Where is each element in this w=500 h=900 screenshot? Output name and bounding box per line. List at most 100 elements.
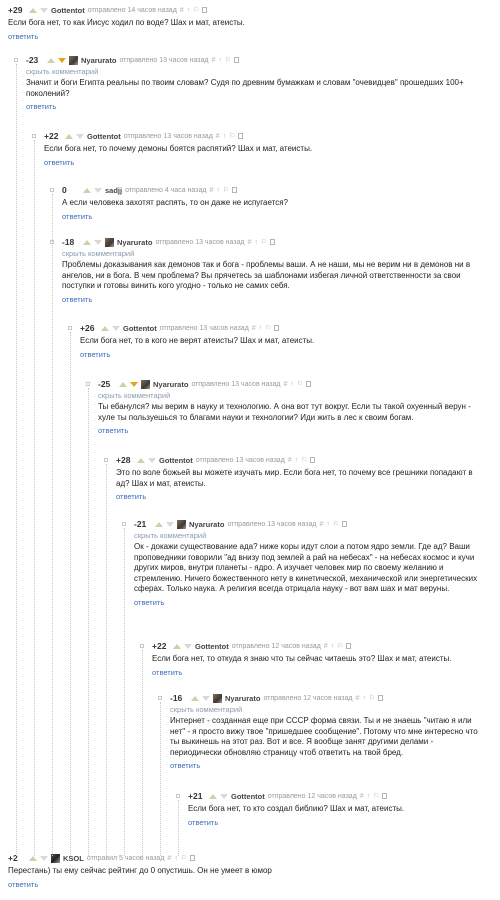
arrow-up-icon[interactable]: ↑ (331, 643, 335, 650)
flag-icon[interactable]: ⚐ (261, 238, 267, 246)
hash-icon[interactable]: # (216, 133, 220, 140)
save-icon[interactable] (274, 325, 280, 331)
upvote-icon[interactable] (83, 239, 91, 245)
arrow-up-icon[interactable]: ↑ (326, 521, 330, 528)
save-icon[interactable] (382, 793, 388, 799)
save-icon[interactable] (232, 187, 238, 193)
hide-comment-link[interactable]: скрыть комментарий (62, 249, 486, 258)
upvote-icon[interactable] (209, 793, 217, 799)
collapse-branch-icon[interactable] (50, 188, 54, 192)
flag-icon[interactable]: ⚐ (297, 380, 303, 388)
downvote-icon[interactable] (220, 793, 228, 799)
downvote-icon[interactable] (40, 855, 48, 861)
downvote-icon[interactable] (112, 325, 120, 331)
upvote-icon[interactable] (47, 57, 55, 63)
hide-comment-link[interactable]: скрыть комментарий (134, 531, 486, 540)
save-icon[interactable] (346, 643, 352, 649)
flag-icon[interactable]: ⚐ (181, 854, 187, 862)
hide-comment-link[interactable]: скрыть комментарий (26, 67, 486, 76)
flag-icon[interactable]: ⚐ (301, 456, 307, 464)
hash-icon[interactable]: # (355, 695, 359, 702)
arrow-up-icon[interactable]: ↑ (259, 325, 263, 332)
arrow-up-icon[interactable]: ↑ (367, 793, 371, 800)
author-name[interactable]: Nyarurato (189, 520, 224, 529)
reply-link[interactable]: ответить (152, 668, 486, 677)
upvote-icon[interactable] (119, 381, 127, 387)
collapse-branch-icon[interactable] (176, 794, 180, 798)
flag-icon[interactable]: ⚐ (333, 520, 339, 528)
reply-link[interactable]: ответить (188, 818, 486, 827)
collapse-branch-icon[interactable] (158, 696, 162, 700)
collapse-branch-icon[interactable] (122, 522, 126, 526)
collapse-branch-icon[interactable] (104, 458, 108, 462)
upvote-icon[interactable] (101, 325, 109, 331)
reply-link[interactable]: ответить (62, 212, 486, 221)
author-name[interactable]: Gottentot (87, 132, 121, 141)
upvote-icon[interactable] (173, 643, 181, 649)
downvote-icon[interactable] (184, 643, 192, 649)
author-name[interactable]: Gottentot (195, 642, 229, 651)
author-name[interactable]: Gottentot (123, 324, 157, 333)
reply-link[interactable]: ответить (44, 158, 486, 167)
flag-icon[interactable]: ⚐ (229, 132, 235, 140)
collapse-branch-icon[interactable] (86, 382, 90, 386)
hash-icon[interactable]: # (283, 381, 287, 388)
upvote-icon[interactable] (137, 457, 145, 463)
flag-icon[interactable]: ⚐ (337, 642, 343, 650)
save-icon[interactable] (310, 457, 316, 463)
reply-link[interactable]: ответить (98, 426, 486, 435)
upvote-icon[interactable] (83, 187, 91, 193)
downvote-icon[interactable] (202, 695, 210, 701)
downvote-icon[interactable] (166, 521, 174, 527)
reply-link[interactable]: ответить (80, 350, 486, 359)
avatar[interactable] (105, 237, 114, 247)
collapse-branch-icon[interactable] (14, 58, 18, 62)
save-icon[interactable] (190, 855, 196, 861)
collapse-branch-icon[interactable] (32, 134, 36, 138)
upvote-icon[interactable] (191, 695, 199, 701)
author-name[interactable]: KSOL (63, 854, 84, 863)
arrow-up-icon[interactable]: ↑ (254, 239, 258, 246)
reply-link[interactable]: ответить (8, 32, 486, 41)
reply-link[interactable]: ответить (116, 492, 486, 501)
upvote-icon[interactable] (29, 7, 37, 13)
flag-icon[interactable]: ⚐ (225, 56, 231, 64)
downvote-icon[interactable] (94, 187, 102, 193)
author-name[interactable]: Nyarurato (153, 380, 188, 389)
arrow-up-icon[interactable]: ↑ (290, 381, 294, 388)
hash-icon[interactable]: # (209, 187, 213, 194)
collapse-branch-icon[interactable] (140, 644, 144, 648)
downvote-icon[interactable] (148, 457, 156, 463)
hide-comment-link[interactable]: скрыть комментарий (98, 391, 486, 400)
arrow-up-icon[interactable]: ↑ (362, 695, 366, 702)
save-icon[interactable] (342, 521, 348, 527)
author-name[interactable]: Gottentot (51, 6, 85, 15)
arrow-up-icon[interactable]: ↑ (187, 7, 191, 14)
upvote-icon[interactable] (155, 521, 163, 527)
save-icon[interactable] (234, 57, 240, 63)
author-name[interactable]: Gottentot (231, 792, 265, 801)
flag-icon[interactable]: ⚐ (193, 6, 199, 14)
hash-icon[interactable]: # (167, 855, 171, 862)
save-icon[interactable] (202, 7, 208, 13)
author-name[interactable]: Nyarurato (117, 238, 152, 247)
downvote-icon[interactable] (76, 133, 84, 139)
arrow-up-icon[interactable]: ↑ (216, 187, 220, 194)
flag-icon[interactable]: ⚐ (369, 694, 375, 702)
downvote-icon[interactable] (94, 239, 102, 245)
downvote-icon[interactable] (58, 57, 66, 63)
arrow-up-icon[interactable]: ↑ (295, 457, 299, 464)
flag-icon[interactable]: ⚐ (265, 324, 271, 332)
flag-icon[interactable]: ⚐ (223, 186, 229, 194)
hash-icon[interactable]: # (319, 521, 323, 528)
reply-link[interactable]: ответить (26, 102, 486, 111)
author-name[interactable]: Nyarurato (81, 56, 116, 65)
save-icon[interactable] (270, 239, 276, 245)
avatar[interactable] (141, 379, 150, 389)
hash-icon[interactable]: # (180, 7, 184, 14)
downvote-icon[interactable] (130, 381, 138, 387)
save-icon[interactable] (306, 381, 312, 387)
save-icon[interactable] (378, 695, 384, 701)
hash-icon[interactable]: # (211, 57, 215, 64)
save-icon[interactable] (238, 133, 244, 139)
